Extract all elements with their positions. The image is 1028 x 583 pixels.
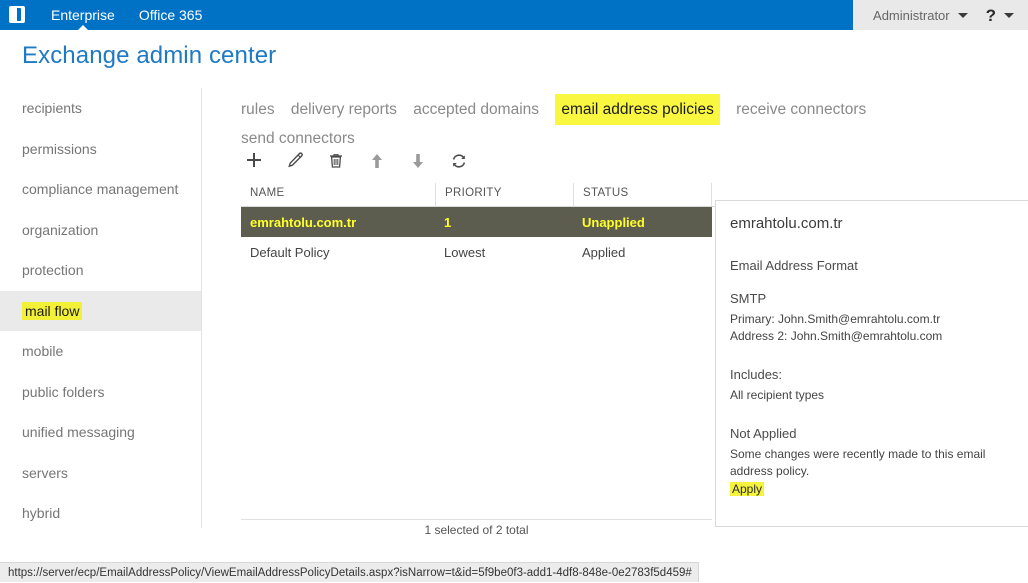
arrow-up-icon[interactable] [366,150,388,172]
sidebar-item-compliance-management[interactable]: compliance management [0,169,201,210]
sidebar-item-hybrid[interactable]: hybrid [0,493,201,534]
cell-name: emrahtolu.com.tr [250,214,357,230]
delete-trash-icon[interactable] [325,150,347,172]
sidebar-item-label: mobile [22,343,64,360]
help-question-icon[interactable]: ? [986,7,996,24]
detail-protocol-label: SMTP [730,291,767,306]
tab-send-connectors[interactable]: send connectors [241,125,355,152]
tab-email-address-policies[interactable]: email address policies [555,94,720,125]
sidebar-item-label: recipients [22,100,82,117]
detail-pane-content: emrahtolu.com.tr Email Address Format SM… [716,201,1008,498]
refresh-icon[interactable] [448,150,470,172]
sidebar-item-label: mail flow [22,301,83,320]
apply-link[interactable]: Apply [730,482,765,496]
office-logo-icon[interactable] [9,6,27,24]
sidebar-item-recipients[interactable]: recipients [0,88,201,129]
account-chevron-down-icon[interactable] [957,12,968,18]
detail-secondary-address: Address 2: John.Smith@emrahtolu.com [730,329,943,343]
detail-includes-heading: Includes: [730,367,783,382]
page-title: Exchange admin center [22,42,277,69]
browser-status-bar: https://server/ecp/EmailAddressPolicy/Vi… [0,561,1028,583]
sidebar-nav: recipients permissions compliance manage… [0,88,202,528]
tab-receive-connectors[interactable]: receive connectors [736,96,866,123]
sidebar-item-protection[interactable]: protection [0,250,201,291]
sidebar-item-label: compliance management [22,181,179,198]
cell-priority: Lowest [444,244,486,260]
cell-priority: 1 [444,214,452,230]
table-row[interactable]: emrahtolu.com.tr 1 Unapplied [241,207,712,237]
sidebar-item-permissions[interactable]: permissions [0,129,201,170]
table-row[interactable]: Default Policy Lowest Applied [241,237,712,267]
detail-pane: emrahtolu.com.tr Email Address Format SM… [715,200,1028,527]
tab-accepted-domains[interactable]: accepted domains [413,96,539,123]
detail-primary-address: Primary: John.Smith@emrahtolu.com.tr [730,312,941,326]
suite-link-office365[interactable]: Office 365 [139,0,203,30]
grid-body: emrahtolu.com.tr 1 Unapplied Default Pol… [241,207,712,267]
edit-pencil-icon[interactable] [284,150,306,172]
help-chevron-down-icon[interactable] [1004,12,1014,18]
sidebar-item-label: permissions [22,140,97,157]
column-header-name[interactable]: NAME [241,183,435,207]
detail-email-address-format-heading: Email Address Format [730,258,858,273]
sidebar-item-organization[interactable]: organization [0,210,201,251]
grid-footer-divider [241,519,712,520]
arrow-down-icon[interactable] [407,150,429,172]
suite-bar-right: Administrator ? [853,0,1028,30]
grid-selection-count: 1 selected of 2 total [424,523,529,537]
detail-spacer [730,345,992,367]
detail-spacer-2 [730,404,992,426]
main-content: rules delivery reports accepted domains … [203,88,1028,537]
detail-title: emrahtolu.com.tr [730,215,843,232]
suite-link-office365-label: Office 365 [138,7,203,23]
suite-link-enterprise-label: Enterprise [51,7,115,23]
detail-not-applied-heading: Not Applied [730,426,797,441]
sidebar-item-mail-flow[interactable]: mail flow [0,290,201,331]
column-header-priority[interactable]: PRIORITY [435,183,573,207]
sidebar-item-label: unified messaging [22,424,135,441]
sidebar-item-public-folders[interactable]: public folders [0,372,201,413]
detail-not-applied-text: Some changes were recently made to this … [730,447,986,478]
detail-includes-value: All recipient types [730,388,825,402]
tab-bar: rules delivery reports accepted domains … [241,94,941,152]
sidebar-item-mobile[interactable]: mobile [0,331,201,372]
sidebar-item-unified-messaging[interactable]: unified messaging [0,412,201,453]
account-name-label[interactable]: Administrator [873,8,950,23]
sidebar-item-label: servers [22,464,68,481]
exchange-admin-center-page: Enterprise Office 365 Administrator ? Ex… [0,0,1028,583]
sidebar-item-servers[interactable]: servers [0,453,201,494]
column-header-status[interactable]: STATUS [573,183,711,207]
cell-status: Applied [582,244,626,260]
tab-delivery-reports[interactable]: delivery reports [291,96,397,123]
sidebar-item-label: protection [22,262,84,279]
suite-bar: Enterprise Office 365 Administrator ? [0,0,1028,31]
cell-name: Default Policy [250,244,330,260]
add-icon[interactable] [243,150,265,172]
command-toolbar [243,150,470,172]
cell-status: Unapplied [582,214,645,230]
sidebar-item-label: hybrid [22,505,61,522]
suite-bar-left: Enterprise Office 365 [0,0,853,31]
suite-link-enterprise[interactable]: Enterprise [51,0,115,31]
tab-rules[interactable]: rules [241,96,275,123]
sidebar-item-label: organization [22,221,99,238]
status-bar-url: https://server/ecp/EmailAddressPolicy/Vi… [0,562,699,582]
sidebar-item-label: public folders [22,383,105,400]
